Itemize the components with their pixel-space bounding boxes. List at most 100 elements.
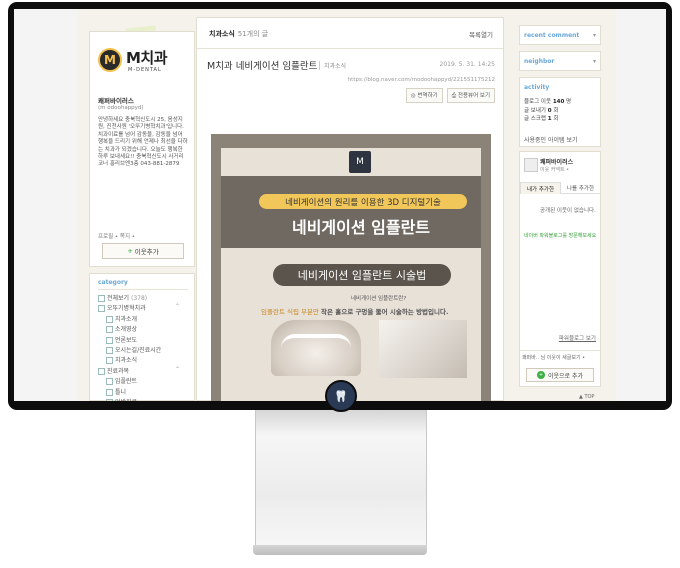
activity-box: activity 블로그 이웃 140 명글 보내기 0 회글 스크랩 1 회 … [519, 77, 601, 147]
chevron-up-icon[interactable]: ⌃ [175, 303, 180, 310]
viewer-button[interactable]: ⎙ 전용뷰어 보기 [446, 88, 495, 103]
profile-nickname[interactable]: 쾌퍼바이러스 [98, 95, 134, 105]
section-name[interactable]: 치과소식 [209, 30, 235, 38]
category-item[interactable]: 진료과목 ⌃ [98, 366, 194, 376]
translate-button[interactable]: ◎ 번역하기 [405, 88, 443, 103]
category-item[interactable]: 소개영상 [98, 324, 194, 334]
category-item[interactable]: 치과소식 [98, 355, 194, 365]
post-area: 치과소식 51개의 글 목록열기 M치과 네비게이션 임플란트 치과소식 2019… [196, 17, 504, 401]
category-item-label: 치과소개 [115, 315, 138, 323]
activity-row: 블로그 이웃 140 명 [524, 99, 572, 105]
implant-jaw-image [379, 320, 467, 378]
dental-arch-image [271, 320, 361, 376]
category-item-label: 소개영상 [115, 326, 138, 334]
items-link[interactable]: 사용중인 아이템 보기 [524, 135, 578, 144]
folder-icon [98, 305, 105, 313]
category-item-label: 전체보기 [107, 295, 130, 302]
monitor-screen: M M치과 M-DENTAL 쾌퍼바이러스 (m odoohappyd) 안녕하… [14, 9, 666, 401]
category-title: category [98, 279, 128, 286]
category-item-label: 임플란트 [115, 378, 138, 386]
category-item-label: 틀니 [115, 388, 127, 396]
post-category[interactable]: 치과소식 [319, 61, 346, 70]
monitor-stand-base [253, 545, 427, 555]
category-item[interactable]: 틀니 [98, 387, 194, 397]
poster-question: 네비게이션 임플란트란? [351, 296, 407, 302]
poster-headline: 네비게이션 임플란트 [291, 218, 431, 237]
category-item[interactable]: 치과소개 [98, 314, 194, 324]
empty-message: 공개된 이웃이 없습니다. [540, 208, 596, 214]
buddy-connect[interactable]: 이웃 커넥트 • [540, 166, 569, 173]
divider [98, 289, 188, 290]
category-item-label: 언론보도 [115, 336, 138, 344]
person-add-icon: + [536, 371, 545, 379]
recent-comment-title: recent comment [524, 32, 580, 39]
folder-icon [106, 346, 113, 354]
add-neighbor-label: 이웃추가 [134, 248, 159, 256]
chevron-up-icon[interactable]: ⌃ [175, 366, 180, 373]
folder-icon [106, 357, 113, 365]
category-list: 전체보기 (378) 오뚜기병혁치과 ⌃ 치과소개 소개영상 언론보도 오시는길/진… [98, 293, 194, 401]
folder-icon [98, 367, 105, 375]
blog-logo: M M치과 M-DENTAL [98, 46, 194, 80]
activity-row: 글 스크랩 1 회 [524, 116, 559, 123]
folder-icon [98, 295, 105, 302]
monitor-stand [255, 410, 427, 550]
poster-frame: M 네비게이션의 원리를 이용한 3D 디지털기술 네비게이션 임플란트 네비게… [221, 148, 481, 401]
top-button[interactable]: ▲ TOP [579, 394, 594, 400]
category-item[interactable]: 언론보도 [98, 335, 194, 345]
powerblog-link[interactable]: 네이버 파워블로그를 방문해보세요 [524, 232, 596, 239]
post-title: M치과 네비게이션 임플란트 [207, 61, 318, 72]
category-item-label: 일반진료 [115, 399, 137, 401]
post-image: M 네비게이션의 원리를 이용한 3D 디지털기술 네비게이션 임플란트 네비게… [211, 134, 491, 401]
logo-subtext: M-DENTAL [128, 67, 162, 73]
folder-icon [106, 326, 113, 334]
post-date: 2019. 5. 31. 14:25 [439, 61, 495, 68]
folder-icon [106, 336, 113, 344]
add-neighbor-button[interactable]: + 이웃추가 [102, 243, 184, 259]
tab-added-me[interactable]: 나를 추가한 [561, 182, 600, 194]
category-item-label: 오뚜기병혁치과 [107, 305, 146, 313]
buddy-box: 쾌퍼바이러스 이웃 커넥트 • 내가 추가한 나를 추가한 공개된 이웃이 없습… [519, 151, 601, 387]
plus-icon: + [127, 247, 133, 255]
teeth-shape [281, 334, 351, 348]
profile-panel: M M치과 M-DENTAL 쾌퍼바이러스 (m odoohappyd) 안녕하… [89, 31, 195, 267]
profile-id: (m odoohappyd) [98, 105, 144, 111]
category-item[interactable]: 오시는길/진료시간 [98, 345, 194, 355]
category-item[interactable]: 임플란트 [98, 376, 194, 386]
post-url[interactable]: https://blog.naver.com/modoohappyd/22155… [348, 77, 495, 83]
folder-icon [106, 378, 113, 386]
category-item-label: 오시는길/진료시간 [115, 346, 162, 354]
neighbor-title: neighbor [524, 58, 555, 65]
recent-comment-box[interactable]: recent comment ▾ [519, 25, 601, 45]
chevron-down-icon: ▾ [592, 32, 596, 39]
folder-icon [106, 388, 113, 396]
category-item[interactable]: 오뚜기병혁치과 ⌃ [98, 303, 194, 313]
folder-icon [106, 398, 113, 401]
category-item-label: 진료과목 [107, 367, 130, 375]
poster-description: 임플란트 식립 부분만 작은 홀으로 구멍을 뚫어 시술하는 방법입니다. [261, 308, 449, 316]
activity-row: 글 보내기 0 회 [524, 107, 559, 114]
post-count: 51개의 글 [237, 30, 269, 38]
tooth-logo-icon: 🦷 [325, 380, 357, 412]
activity-stats: 블로그 이웃 140 명글 보내기 0 회글 스크랩 1 회 [524, 98, 571, 124]
category-item-label: 치과소식 [115, 357, 138, 365]
buddy-logo [524, 158, 538, 172]
buddy-name[interactable]: 쾌퍼바이러스 [540, 157, 573, 166]
category-item[interactable]: 일반진료 [98, 397, 194, 401]
m-logo-icon: M [98, 48, 122, 72]
profile-links[interactable]: 프로필 • 쪽지 • [98, 232, 135, 240]
neighbor-box[interactable]: neighbor ▾ [519, 51, 601, 71]
tab-added-by-me[interactable]: 내가 추가한 [520, 182, 561, 194]
post-list-header: 치과소식 51개의 글 목록열기 [197, 18, 503, 49]
poster-logo-icon: M [349, 151, 371, 173]
chevron-down-icon: ▾ [592, 58, 596, 65]
poster-subtitle: 네비게이션 임플란트 시술법 [273, 264, 451, 286]
add-as-neighbor-button[interactable]: + 이웃으로 추가 [526, 368, 594, 382]
category-count: (378) [131, 295, 148, 302]
folder-icon [106, 315, 113, 323]
powerblog-more-link[interactable]: 파워블로그 보기 [559, 334, 596, 342]
category-item[interactable]: 전체보기 (378) [98, 293, 194, 303]
list-toggle-button[interactable]: 목록열기 [469, 29, 493, 39]
neighbor-newpost-link[interactable]: 쾌퍼바.. 님 이웃이 새글보기 • [520, 350, 600, 364]
category-panel: category 전체보기 (378) 오뚜기병혁치과 ⌃ 치과소개 소개영상 언론… [89, 273, 195, 401]
